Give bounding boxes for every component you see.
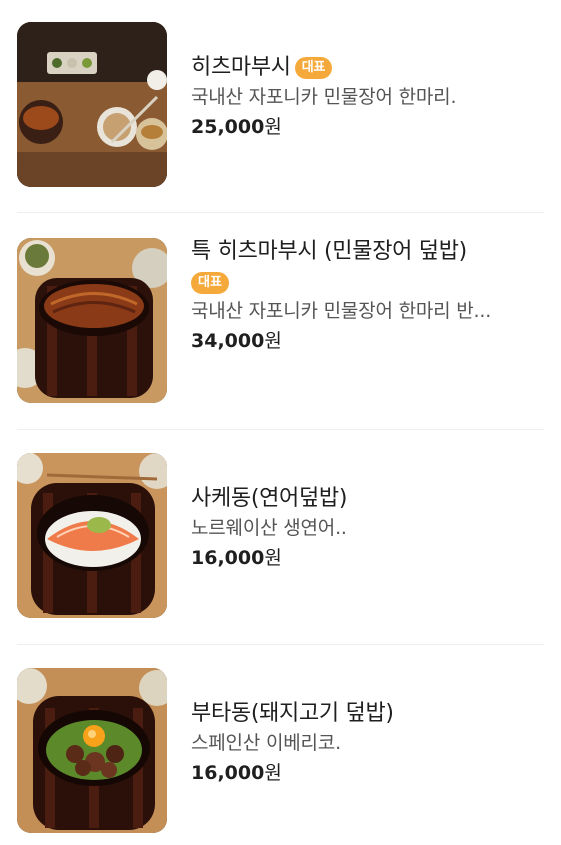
menu-item-name: 부타동(돼지고기 덮밥) [191,701,394,726]
menu-item-description: 스페인산 이베리코. [191,732,341,754]
menu-item-info: 사케동(연어덮밥) 노르웨이산 생연어.. 16,000원 [191,483,546,572]
menu-item-price: 16,000원 [191,759,546,787]
menu-item-sakedon[interactable]: 사케동(연어덮밥) 노르웨이산 생연어.. 16,000원 [17,453,544,618]
menu-item-name-text: 히츠마부시 [191,55,291,80]
menu-item-hitsumabushi[interactable]: 히츠마부시 대표 국내산 자포니카 민물장어 한마리. 25,000원 [17,22,544,187]
price-amount: 34,000 [191,330,265,352]
menu-item-description: 국내산 자포니카 민물장어 한마리. [191,86,457,108]
signature-badge: 대표 [294,57,333,79]
price-currency: 원 [264,330,282,352]
menu-list: 히츠마부시 대표 국내산 자포니카 민물장어 한마리. 25,000원 특 히츠… [0,0,561,845]
menu-item-butadon[interactable]: 부타동(돼지고기 덮밥) 스페인산 이베리코. 16,000원 [17,668,544,833]
menu-item-description: 노르웨이산 생연어.. [191,517,347,539]
signature-badge: 대표 [191,272,229,294]
divider [17,644,544,645]
menu-item-name: 히츠마부시 대표 [191,52,546,84]
menu-item-name: 사케동(연어덮밥) [191,486,348,511]
menu-item-special-hitsumabushi[interactable]: 특 히츠마부시 (민물장어 덮밥) 대표 국내산 자포니카 민물장어 한마리 반… [17,238,544,403]
divider [17,212,544,213]
price-amount: 16,000 [191,762,265,784]
salmon-rice-bowl-photo [17,453,167,618]
menu-item-info: 히츠마부시 대표 국내산 자포니카 민물장어 한마리. 25,000원 [191,52,546,141]
price-amount: 25,000 [191,116,265,138]
menu-item-name: 특 히츠마부시 (민물장어 덮밥) [191,239,467,264]
pork-rice-bowl-photo [17,668,167,833]
menu-item-price: 16,000원 [191,544,546,572]
price-currency: 원 [264,762,282,784]
price-currency: 원 [264,547,282,569]
price-amount: 16,000 [191,547,265,569]
menu-item-description: 국내산 자포니카 민물장어 한마리 반... [191,300,492,322]
eel-rice-bowl-photo [17,238,167,403]
menu-item-price: 34,000원 [191,327,546,355]
eel-rice-set-photo [17,22,167,187]
price-currency: 원 [264,116,282,138]
menu-item-price: 25,000원 [191,113,546,141]
menu-item-info: 특 히츠마부시 (민물장어 덮밥) 대표 국내산 자포니카 민물장어 한마리 반… [191,236,546,355]
divider [17,429,544,430]
menu-item-info: 부타동(돼지고기 덮밥) 스페인산 이베리코. 16,000원 [191,698,546,787]
